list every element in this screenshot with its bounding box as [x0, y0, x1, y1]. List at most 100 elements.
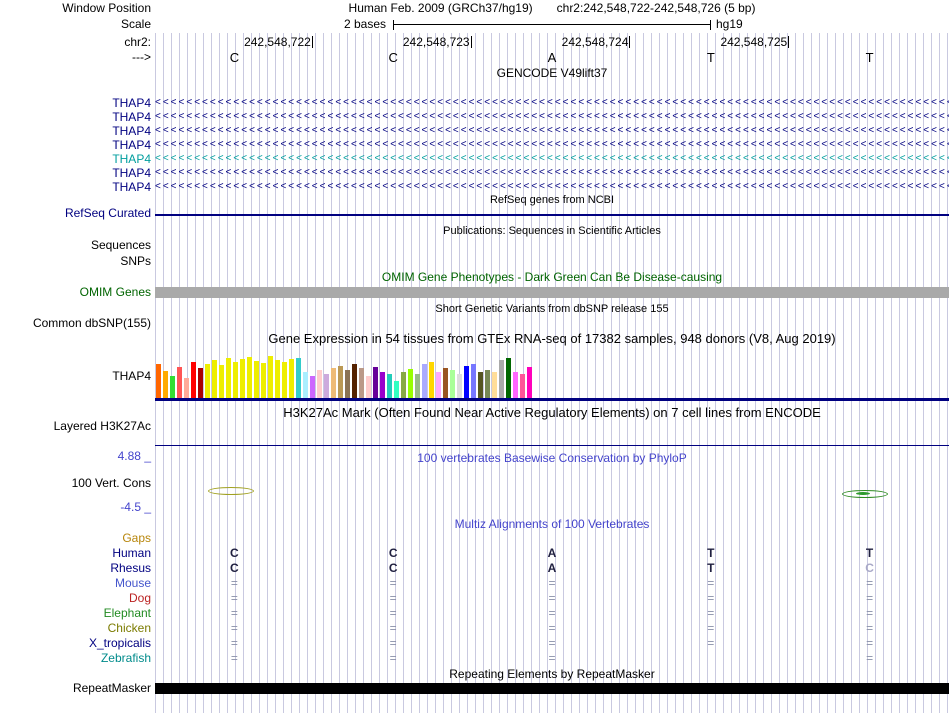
transcript-arrows[interactable]: <<<<<<<<<<<<<<<<<<<<<<<<<<<<<<<<<<<<<<<<…	[155, 167, 949, 180]
alignment-cell: =	[707, 576, 715, 590]
alignment-cell: =	[707, 606, 715, 620]
gtex-bar[interactable]	[499, 360, 504, 398]
gtex-bar[interactable]	[177, 367, 182, 398]
transcript-arrows[interactable]: <<<<<<<<<<<<<<<<<<<<<<<<<<<<<<<<<<<<<<<<…	[155, 181, 949, 194]
repeatmasker-label[interactable]: RepeatMasker	[0, 682, 151, 695]
window-position-label: Window Position	[62, 1, 151, 15]
species-label-dog[interactable]: Dog	[0, 592, 151, 605]
gtex-bar[interactable]	[443, 368, 448, 398]
gtex-bar[interactable]	[513, 372, 518, 398]
gtex-bar[interactable]	[394, 381, 399, 398]
gtex-bar[interactable]	[464, 366, 469, 398]
gtex-bar[interactable]	[268, 356, 273, 398]
transcript-label[interactable]: THAP4	[0, 125, 151, 138]
omim-genes-label[interactable]: OMIM Genes	[0, 286, 151, 299]
gtex-bar[interactable]	[436, 372, 441, 398]
transcript-arrows[interactable]: <<<<<<<<<<<<<<<<<<<<<<<<<<<<<<<<<<<<<<<<…	[155, 153, 949, 166]
gtex-expression-bars[interactable]	[155, 353, 949, 398]
gtex-bar[interactable]	[401, 372, 406, 398]
species-label-human[interactable]: Human	[0, 547, 151, 560]
transcript-arrows[interactable]: <<<<<<<<<<<<<<<<<<<<<<<<<<<<<<<<<<<<<<<<…	[155, 111, 949, 124]
repeatmasker-bar[interactable]	[155, 683, 949, 694]
transcript-arrows[interactable]: <<<<<<<<<<<<<<<<<<<<<<<<<<<<<<<<<<<<<<<<…	[155, 125, 949, 138]
gtex-bar[interactable]	[492, 372, 497, 398]
refseq-curated-label[interactable]: RefSeq Curated	[0, 207, 151, 220]
gtex-bar[interactable]	[247, 357, 252, 398]
gtex-bar[interactable]	[373, 367, 378, 398]
gtex-bar[interactable]	[450, 370, 455, 398]
gtex-bar[interactable]	[198, 368, 203, 398]
species-label-elephant[interactable]: Elephant	[0, 607, 151, 620]
gtex-bar[interactable]	[478, 372, 483, 398]
gtex-bar[interactable]	[485, 370, 490, 398]
gtex-bar[interactable]	[317, 370, 322, 398]
gtex-bar[interactable]	[366, 376, 371, 398]
gtex-bar[interactable]	[471, 364, 476, 398]
gtex-bar[interactable]	[226, 358, 231, 398]
gtex-bar[interactable]	[296, 358, 301, 398]
species-label-x_tropicalis[interactable]: X_tropicalis	[0, 637, 151, 650]
transcript-arrows[interactable]: <<<<<<<<<<<<<<<<<<<<<<<<<<<<<<<<<<<<<<<<…	[155, 139, 949, 152]
gtex-bar[interactable]	[240, 359, 245, 398]
gtex-bar[interactable]	[324, 374, 329, 398]
alignment-cell: =	[230, 621, 238, 635]
gtex-bar[interactable]	[520, 374, 525, 398]
transcript-arrows[interactable]: <<<<<<<<<<<<<<<<<<<<<<<<<<<<<<<<<<<<<<<<…	[155, 97, 949, 110]
scale-value: 2 bases	[343, 17, 386, 31]
gtex-bar[interactable]	[527, 367, 532, 398]
common-dbsnp-label[interactable]: Common dbSNP(155)	[0, 317, 151, 330]
omim-genes-bar[interactable]	[155, 287, 949, 298]
gtex-bar[interactable]	[380, 372, 385, 398]
gtex-bar[interactable]	[289, 359, 294, 398]
direction-label[interactable]: --->	[0, 51, 151, 64]
refseq-curated-line[interactable]	[155, 214, 949, 216]
snps-label[interactable]: SNPs	[0, 255, 151, 268]
sequences-label[interactable]: Sequences	[0, 239, 151, 252]
gtex-bar[interactable]	[156, 364, 161, 398]
transcript-label[interactable]: THAP4	[0, 139, 151, 152]
dbsnp-title: Short Genetic Variants from dbSNP releas…	[435, 303, 669, 315]
gtex-bar[interactable]	[191, 362, 196, 398]
gtex-bar[interactable]	[282, 362, 287, 398]
gtex-bar[interactable]	[331, 368, 336, 398]
species-label-gaps[interactable]: Gaps	[0, 532, 151, 545]
gtex-bar[interactable]	[387, 374, 392, 398]
transcript-label[interactable]: THAP4	[0, 97, 151, 110]
phylop-track-label[interactable]: 100 Vert. Cons	[0, 477, 151, 490]
species-label-mouse[interactable]: Mouse	[0, 577, 151, 590]
gtex-bar[interactable]	[254, 361, 259, 398]
gtex-bar[interactable]	[359, 368, 364, 398]
gtex-bar[interactable]	[457, 374, 462, 398]
gtex-bar[interactable]	[506, 358, 511, 398]
gtex-bar[interactable]	[408, 369, 413, 398]
transcript-label[interactable]: THAP4	[0, 181, 151, 194]
gtex-bar[interactable]	[415, 374, 420, 398]
gtex-bar[interactable]	[345, 370, 350, 398]
gtex-bar[interactable]	[205, 364, 210, 398]
gtex-bar[interactable]	[275, 360, 280, 398]
ruler-base: T	[706, 50, 715, 65]
gtex-bar[interactable]	[219, 365, 224, 398]
gtex-bar[interactable]	[429, 362, 434, 398]
species-label-rhesus[interactable]: Rhesus	[0, 562, 151, 575]
gtex-bar[interactable]	[233, 362, 238, 398]
gtex-bar[interactable]	[170, 376, 175, 398]
gtex-bar[interactable]	[163, 371, 168, 398]
gtex-bar[interactable]	[303, 372, 308, 398]
gtex-bar[interactable]	[212, 360, 217, 398]
gtex-bar[interactable]	[310, 376, 315, 398]
gtex-bar[interactable]	[422, 364, 427, 398]
gtex-bar[interactable]	[338, 366, 343, 398]
transcript-label[interactable]: THAP4	[0, 111, 151, 124]
species-label-chicken[interactable]: Chicken	[0, 622, 151, 635]
gtex-bar[interactable]	[261, 363, 266, 398]
layered-h3k27ac-label[interactable]: Layered H3K27Ac	[0, 420, 151, 433]
ruler-base: C	[229, 50, 240, 65]
transcript-label[interactable]: THAP4	[0, 167, 151, 180]
gtex-gene-label[interactable]: THAP4	[0, 370, 151, 383]
gtex-bar[interactable]	[184, 378, 189, 398]
gtex-bar[interactable]	[352, 364, 357, 398]
species-label-zebrafish[interactable]: Zebrafish	[0, 652, 151, 665]
transcript-label[interactable]: THAP4	[0, 153, 151, 166]
ruler-base: T	[865, 50, 874, 65]
